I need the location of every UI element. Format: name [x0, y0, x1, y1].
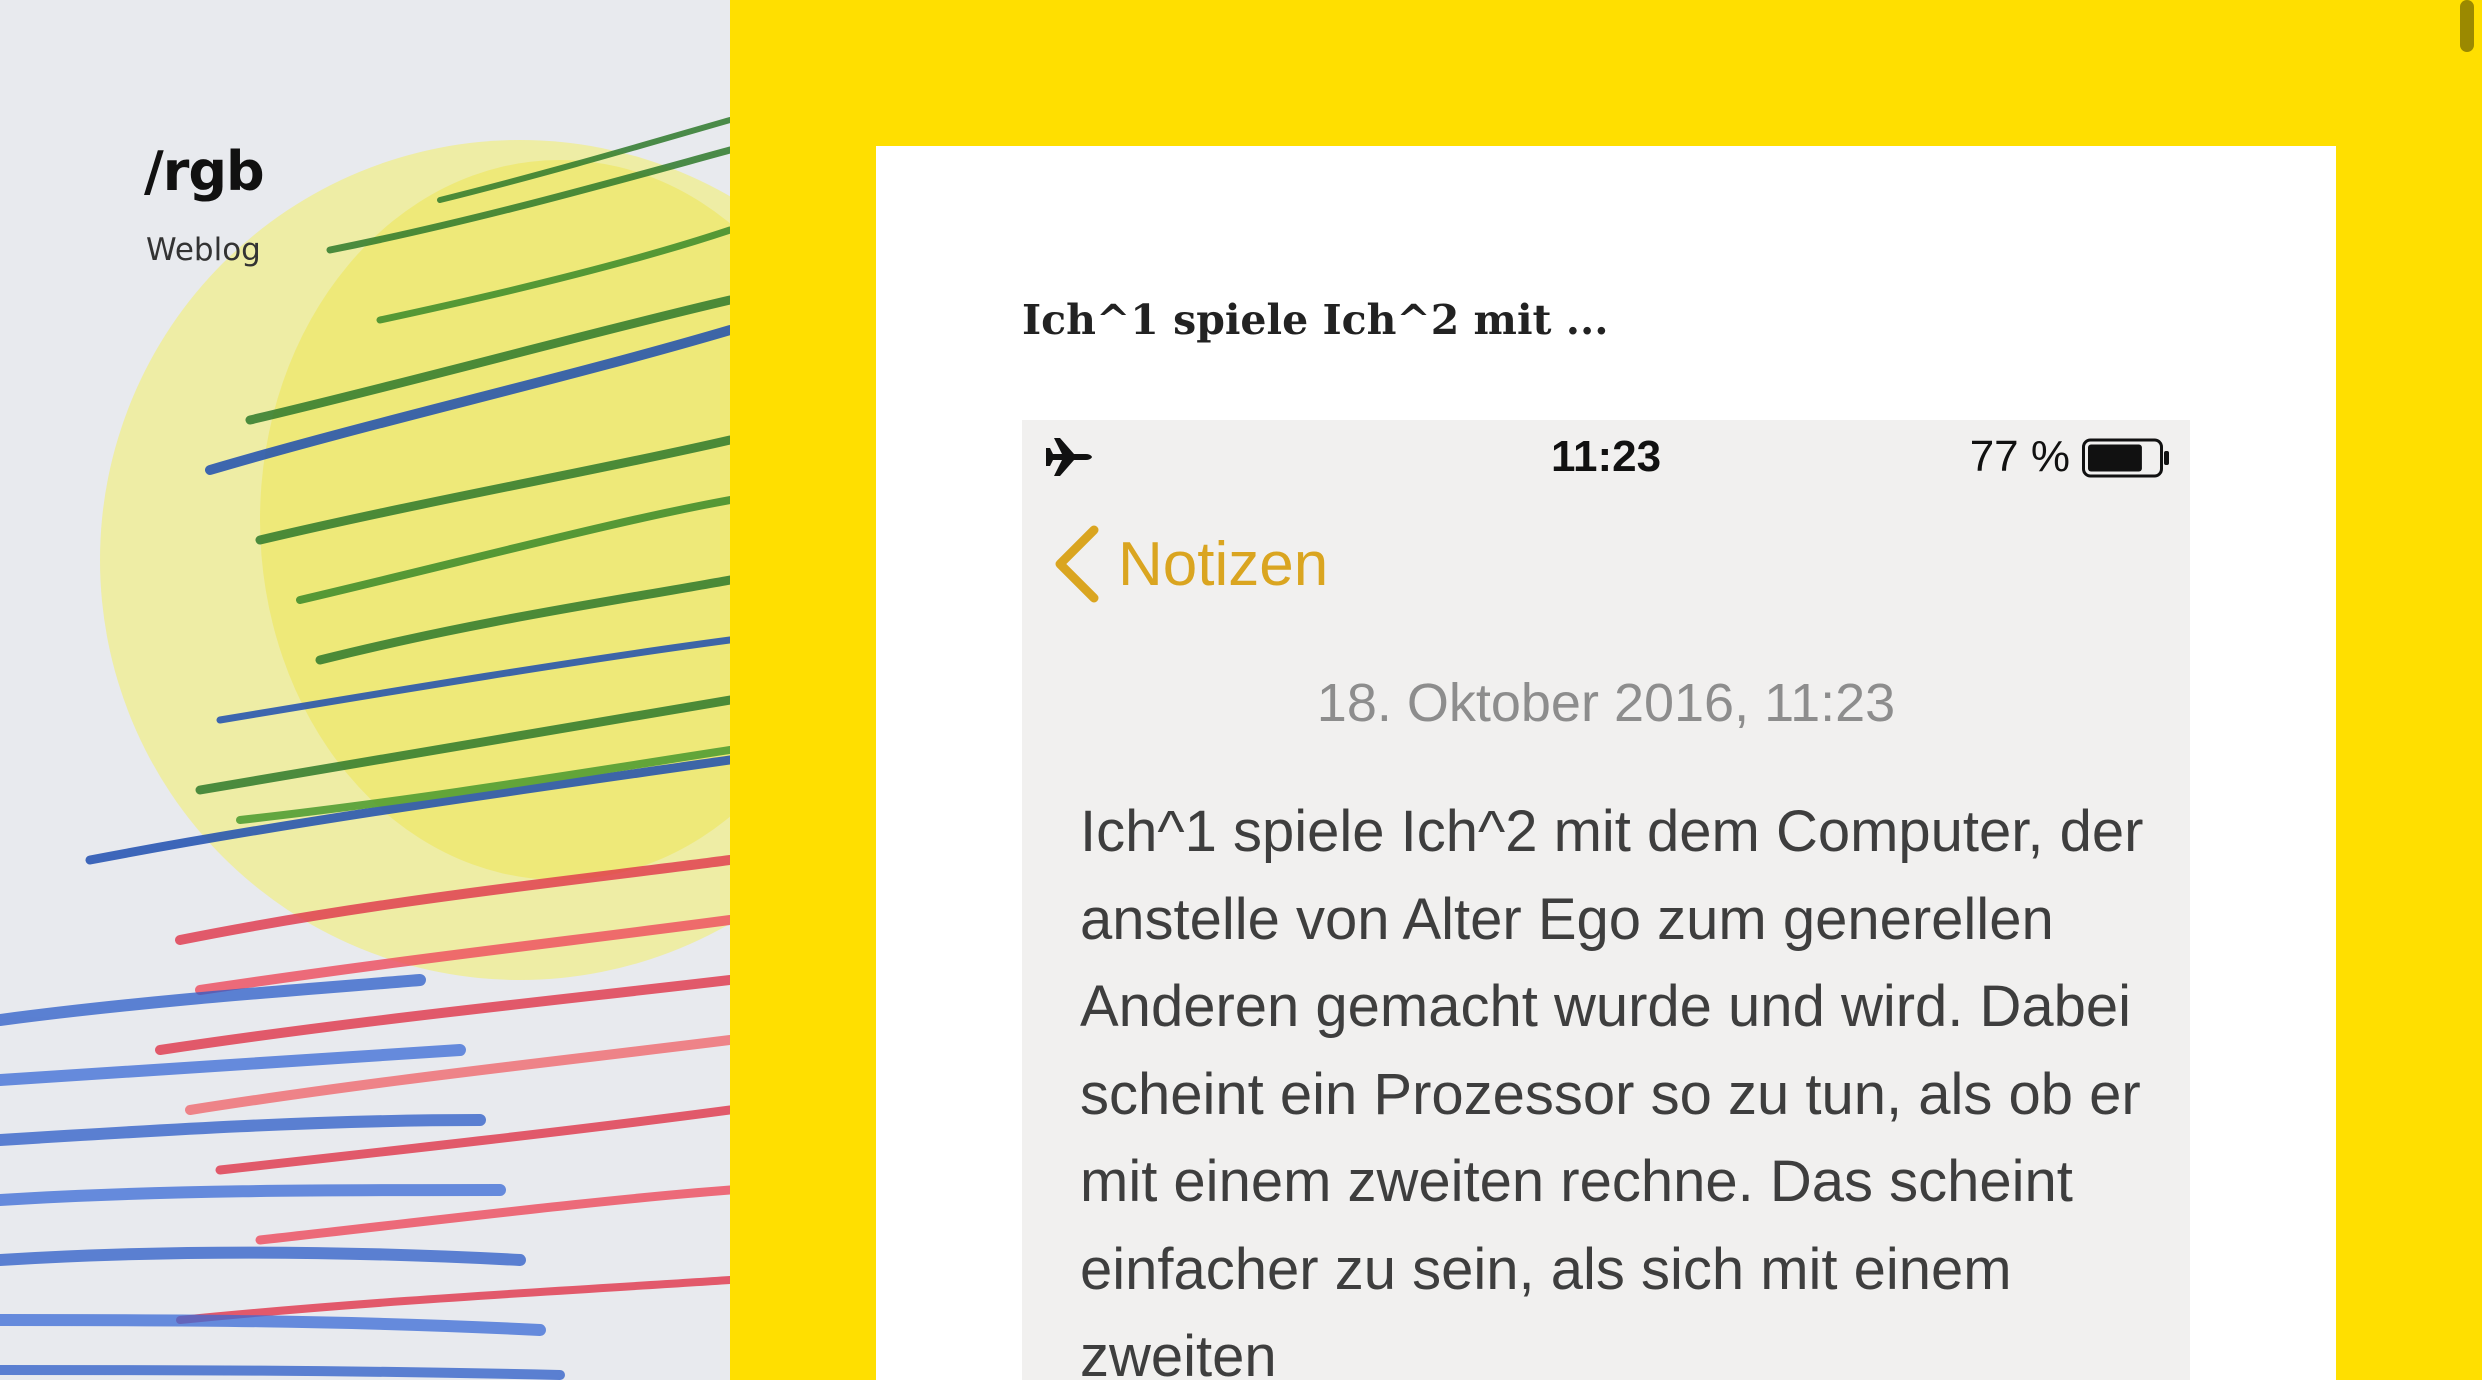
sidebar: /rgb Weblog [0, 0, 730, 1380]
post-title[interactable]: Ich^1 spiele Ich^2 mit ... [1022, 296, 1609, 344]
back-to-notes-button[interactable]: Notizen [1050, 524, 1328, 604]
battery-icon [2082, 438, 2169, 478]
scrollbar-thumb[interactable] [2460, 0, 2474, 52]
phone-status-bar: 11:23 77 % [1022, 420, 2190, 494]
note-body-text: Ich^1 spiele Ich^2 mit dem Computer, der… [1080, 799, 2144, 1380]
site-description: Weblog [146, 232, 261, 268]
note-date: 18. Oktober 2016, 11:23 [1316, 673, 1896, 733]
site-title-link[interactable]: /rgb [144, 140, 265, 203]
phone-screenshot-image: 11:23 77 % Notizen 18. Oktober 2016, 11:… [1022, 420, 2190, 1380]
battery-percent: 77 % [1969, 432, 2070, 481]
crayon-scribble-header-image [0, 0, 730, 1380]
back-label: Notizen [1118, 529, 1329, 599]
post-card: Ich^1 spiele Ich^2 mit ... 11:23 77 % No… [876, 146, 2336, 1380]
chevron-left-icon [1055, 525, 1099, 603]
